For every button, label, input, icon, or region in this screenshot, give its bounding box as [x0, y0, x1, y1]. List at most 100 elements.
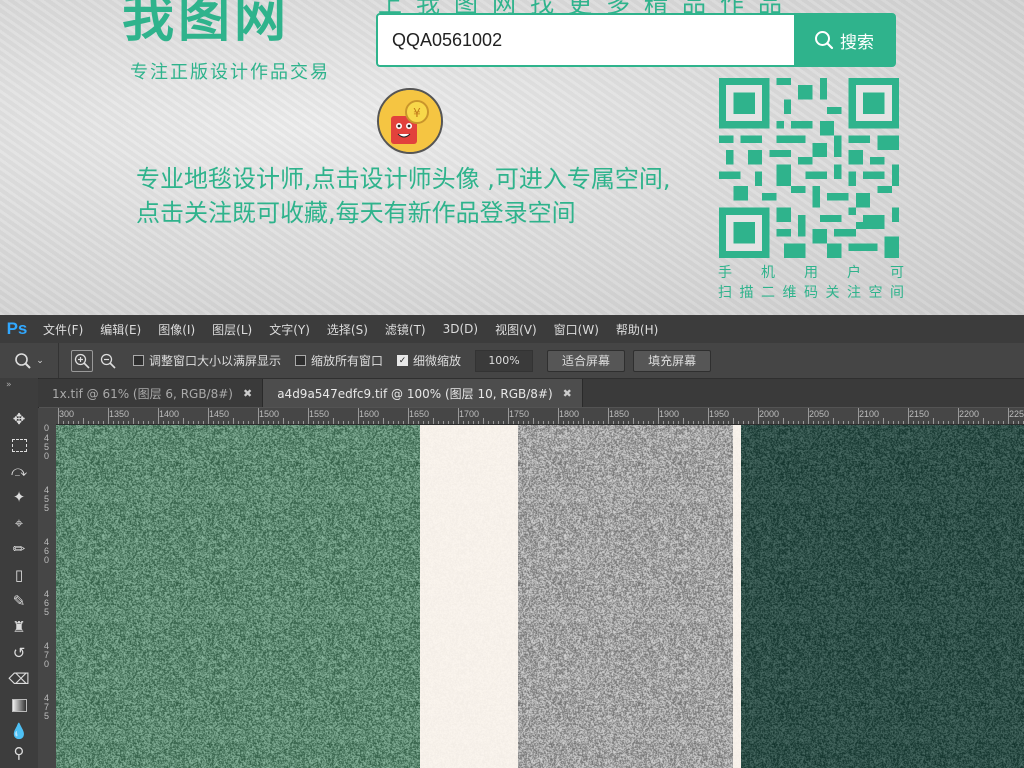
ruler-tick — [763, 421, 764, 424]
ruler-tick — [273, 421, 274, 424]
resize-windows-checkbox[interactable]: 调整窗口大小以满屏显示 — [133, 352, 281, 369]
ruler-tick — [403, 421, 404, 424]
brush-icon[interactable]: ✎ — [7, 590, 31, 612]
ruler-tick — [418, 421, 419, 424]
menu-edit[interactable]: 编辑(E) — [91, 321, 149, 338]
ruler-tick — [928, 421, 929, 424]
zoom-all-windows-checkbox[interactable]: 缩放所有窗口 — [295, 352, 383, 369]
tab-document-1[interactable]: 1x.tif @ 61% (图层 6, RGB/8#) ✖ — [38, 379, 264, 407]
menu-3d[interactable]: 3D(D) — [434, 322, 486, 336]
ruler-tick — [383, 418, 384, 424]
lasso-icon[interactable]: ⤼ — [7, 460, 31, 482]
ruler-label: 4 5 5 — [44, 485, 50, 513]
qr-code[interactable] — [718, 78, 900, 258]
menu-select[interactable]: 选择(S) — [318, 321, 376, 338]
chevron-down-icon: ⌄ — [36, 355, 44, 366]
ruler-label: 1950 — [709, 409, 730, 419]
marquee-icon[interactable] — [7, 434, 31, 456]
ps-app-icon[interactable]: Ps — [0, 315, 34, 343]
menu-file[interactable]: 文件(F) — [34, 321, 91, 338]
ruler-tick — [853, 421, 854, 424]
menu-help[interactable]: 帮助(H) — [607, 321, 666, 338]
menu-type[interactable]: 文字(Y) — [260, 321, 318, 338]
green-texture-stripe — [56, 425, 420, 768]
ruler-tick — [688, 421, 689, 424]
ruler-tick — [673, 421, 674, 424]
zoom-in-button[interactable] — [71, 349, 93, 372]
ruler-tick — [888, 421, 889, 424]
tab-document-2[interactable]: a4d9a547edfc9.tif @ 100% (图层 10, RGB/8#)… — [263, 379, 583, 407]
designer-avatar[interactable]: ¥ — [377, 88, 443, 154]
zoom-percent-field[interactable]: 100% — [475, 349, 534, 372]
menu-window[interactable]: 窗口(W) — [545, 321, 607, 338]
menu-view[interactable]: 视图(V) — [486, 321, 545, 338]
crop-icon[interactable]: ⌖ — [7, 512, 31, 534]
ruler-tick — [293, 421, 294, 424]
ruler-tick — [698, 421, 699, 424]
history-brush-icon[interactable]: ↺ — [7, 642, 31, 664]
ruler-tick — [663, 421, 664, 424]
ruler-tick — [953, 421, 954, 424]
ruler-tick — [723, 421, 724, 424]
zoom-out-button[interactable] — [97, 350, 119, 372]
ruler-tick — [68, 421, 69, 424]
ruler-tick — [468, 421, 469, 424]
vertical-ruler[interactable]: 04 5 0 4 5 5 4 6 0 4 6 5 4 7 0 4 7 5 — [38, 424, 57, 768]
close-icon[interactable]: ✖ — [563, 387, 572, 400]
ruler-tick — [683, 418, 684, 424]
ruler-tick — [463, 421, 464, 424]
zoom-icon — [15, 352, 31, 369]
ruler-tick — [828, 421, 829, 424]
ruler-tick — [598, 421, 599, 424]
qr-caption-line1: 手 机 用 户 可 — [718, 265, 904, 281]
ruler-corner[interactable] — [38, 408, 56, 424]
ruler-tick — [388, 421, 389, 424]
zoom-tool-preset[interactable]: ⌄ — [0, 343, 59, 378]
collapse-icon[interactable]: » — [6, 380, 12, 390]
ruler-tick — [343, 421, 344, 424]
ruler-tick — [503, 421, 504, 424]
ruler-tick — [1008, 408, 1009, 424]
menu-image[interactable]: 图像(I) — [149, 321, 203, 338]
ruler-tick — [83, 418, 84, 424]
eraser-icon[interactable]: ⌫ — [7, 668, 31, 690]
ruler-tick — [123, 421, 124, 424]
stamp-icon[interactable]: ♜ — [7, 616, 31, 638]
menu-layer[interactable]: 图层(L) — [203, 321, 260, 338]
menu-filter[interactable]: 滤镜(T) — [376, 321, 434, 338]
fill-screen-button[interactable]: 填充屏幕 — [633, 349, 712, 372]
ruler-tick — [218, 421, 219, 424]
ruler-tick — [993, 421, 994, 424]
ruler-label: 4 7 0 — [44, 641, 50, 669]
ruler-tick — [323, 421, 324, 424]
dark-teal-texture-stripe — [741, 425, 1024, 768]
blur-icon[interactable]: 💧 — [7, 720, 31, 742]
dodge-icon[interactable]: ⚲ — [7, 742, 31, 764]
fit-screen-button[interactable]: 适合屏幕 — [547, 349, 626, 372]
checkbox-box[interactable] — [133, 355, 144, 366]
ruler-label: 2050 — [809, 409, 830, 419]
ruler-label: 1800 — [559, 409, 580, 419]
document-canvas[interactable] — [56, 425, 1024, 768]
scrubby-zoom-checkbox[interactable]: ✓ 细微缩放 — [397, 352, 461, 369]
healing-icon[interactable]: ▯ — [7, 564, 31, 586]
ruler-tick — [498, 421, 499, 424]
ruler-tick — [363, 421, 364, 424]
ruler-tick — [558, 408, 559, 424]
close-icon[interactable]: ✖ — [243, 387, 252, 400]
checkbox-box[interactable] — [295, 355, 307, 366]
site-logo[interactable]: 我图网 — [122, 0, 290, 51]
eyedropper-icon[interactable]: ✏ — [7, 538, 31, 560]
search-button-label: 搜索 — [840, 32, 874, 53]
magic-wand-icon[interactable]: ✦ — [7, 486, 31, 508]
horizontal-ruler[interactable]: 300 1350 1400 1450 1500 1550 1600 1650 1700 1750 1… — [56, 408, 1024, 425]
gradient-icon[interactable] — [7, 694, 31, 716]
move-icon[interactable]: ✥ — [7, 408, 31, 430]
checkbox-box-checked[interactable]: ✓ — [397, 355, 409, 366]
ruler-tick — [258, 408, 259, 424]
ruler-tick — [173, 421, 174, 424]
search-button[interactable]: 搜索 — [794, 15, 894, 65]
ruler-tick — [358, 408, 359, 424]
search-input[interactable] — [378, 15, 796, 65]
ruler-tick — [178, 421, 179, 424]
